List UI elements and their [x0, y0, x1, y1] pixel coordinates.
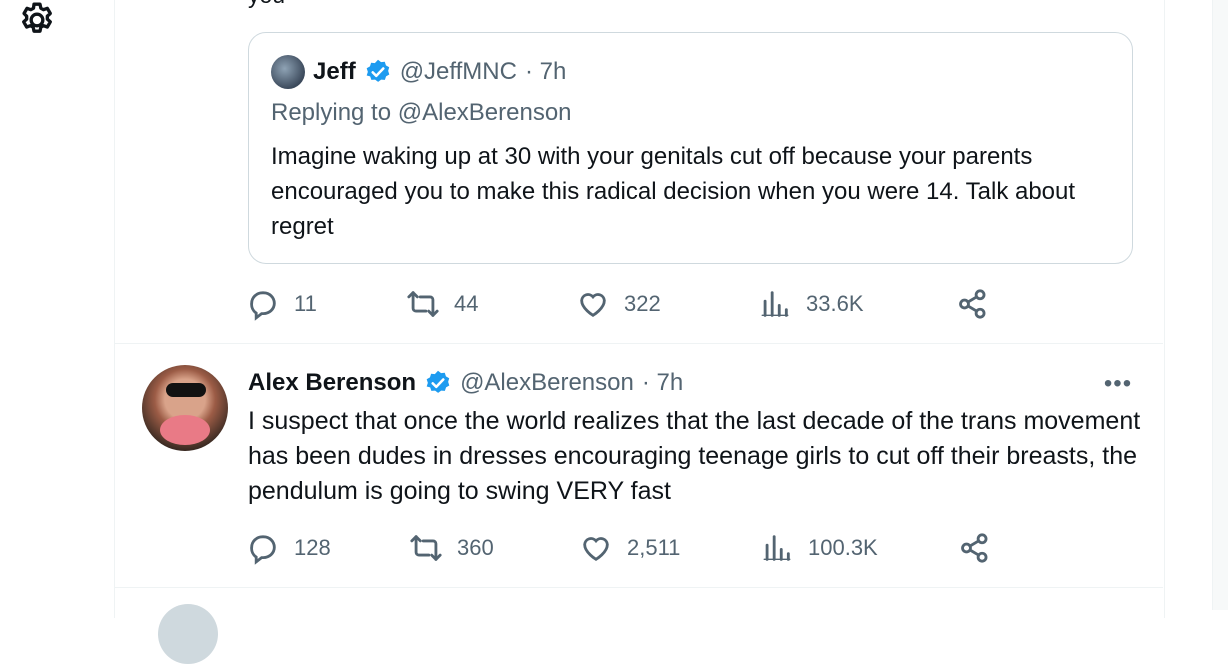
reply-count: 128: [294, 535, 331, 560]
quoted-author-handle[interactable]: @JeffMNC: [400, 58, 517, 86]
share-icon: [961, 533, 988, 563]
verified-badge-icon: [426, 370, 450, 393]
tweet-divider: [115, 587, 1163, 588]
scrollbar-track[interactable]: [1212, 0, 1228, 610]
views-button[interactable]: 33.6K: [758, 287, 864, 321]
avatar[interactable]: [142, 365, 228, 451]
like-count: 2,511: [627, 535, 681, 560]
heart-icon: [583, 537, 609, 561]
retweet-icon: [410, 535, 442, 561]
author-handle[interactable]: @AlexBerenson: [460, 369, 634, 397]
tweet-actions-bar: 128 360 2,511 100.3K: [246, 531, 1006, 567]
views-chart-icon: [763, 535, 791, 561]
quoted-author-name[interactable]: Jeff: [313, 58, 356, 86]
retweet-count: 44: [454, 291, 479, 316]
like-button[interactable]: 322: [576, 287, 661, 321]
reply-button[interactable]: 128: [246, 531, 331, 565]
reply-icon: [250, 535, 276, 565]
retweet-count: 360: [457, 535, 494, 560]
views-chart-icon: [761, 291, 789, 317]
more-options-button[interactable]: •••: [1100, 370, 1136, 398]
quoted-tweet-card[interactable]: Jeff @JeffMNC · 7h Replying to @AlexBere…: [248, 32, 1133, 264]
author-name[interactable]: Alex Berenson: [248, 369, 416, 397]
gear-icon[interactable]: [16, 0, 58, 40]
reply-button[interactable]: 11: [246, 287, 317, 321]
views-button[interactable]: 100.3K: [760, 531, 878, 565]
like-count: 322: [624, 291, 661, 316]
share-button[interactable]: [956, 287, 990, 321]
tweet-actions-bar: 11 44 322 33.6K: [246, 287, 1006, 323]
share-icon: [959, 289, 986, 319]
views-count: 33.6K: [806, 291, 864, 316]
quoted-tweet-text: Imagine waking up at 30 with your genita…: [271, 143, 1076, 240]
reply-count: 11: [294, 291, 317, 316]
previous-tweet-text: you: [248, 0, 285, 9]
quoted-tweet-header: Jeff @JeffMNC · 7h: [313, 55, 566, 89]
retweet-button[interactable]: 44: [406, 287, 478, 321]
next-tweet-avatar[interactable]: [158, 604, 218, 664]
replying-to-label: Replying to @AlexBerenson: [271, 99, 572, 126]
tweet-header: Alex Berenson @AlexBerenson · 7h: [248, 366, 683, 400]
quoted-avatar[interactable]: [271, 55, 305, 89]
retweet-icon: [407, 291, 439, 317]
views-count: 100.3K: [808, 535, 878, 560]
share-button[interactable]: [958, 531, 992, 565]
retweet-button[interactable]: 360: [409, 531, 494, 565]
reply-icon: [250, 291, 276, 321]
verified-badge-icon: [366, 59, 390, 82]
tweet-text: I suspect that once the world realizes t…: [248, 407, 1141, 505]
heart-icon: [580, 293, 606, 317]
tweet-time[interactable]: · 7h: [642, 369, 683, 397]
quoted-tweet-time[interactable]: · 7h: [525, 58, 566, 86]
tweet-divider: [115, 343, 1163, 344]
like-button[interactable]: 2,511: [579, 531, 680, 565]
